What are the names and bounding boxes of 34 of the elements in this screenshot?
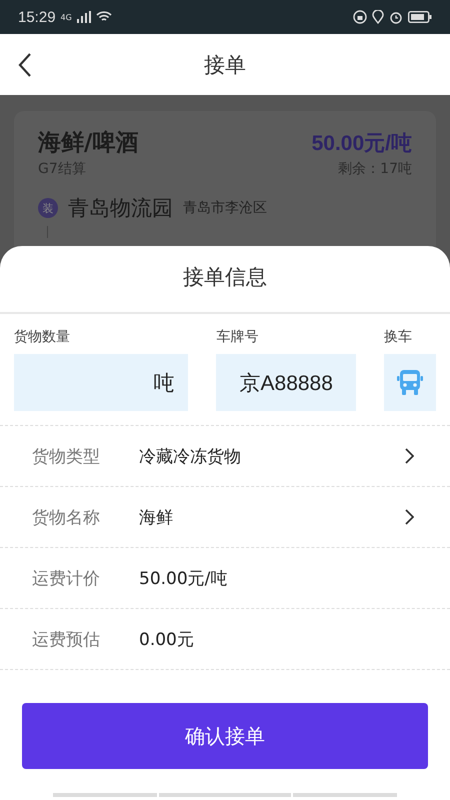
load-badge: 装 — [38, 198, 58, 218]
field-label: 换车 — [384, 328, 413, 346]
chevron-right-icon — [405, 509, 414, 525]
alarm-icon — [389, 10, 403, 24]
network-label: 4G — [60, 12, 72, 22]
bus-icon — [397, 368, 423, 396]
back-icon[interactable] — [18, 52, 32, 78]
confirm-button[interactable]: 确认接单 — [22, 703, 428, 769]
row-label: 运费计价 — [32, 568, 101, 590]
origin-district: 青岛市李沧区 — [183, 199, 267, 217]
origin-name: 青岛物流园 — [68, 195, 173, 222]
sheet-title: 接单信息 — [0, 246, 450, 314]
cargo-title: 海鲜/啤酒 — [38, 129, 138, 158]
quantity-field[interactable]: 吨 — [14, 354, 188, 411]
location-icon — [372, 10, 384, 24]
row-label: 货物名称 — [32, 506, 101, 528]
page-title: 接单 — [204, 52, 246, 78]
status-time: 15:29 — [18, 8, 56, 26]
row-value: 海鲜 — [139, 506, 174, 528]
battery-icon — [408, 11, 432, 23]
row-value: 50.00元/吨 — [139, 568, 228, 590]
signal-icon — [76, 11, 91, 23]
chevron-right-icon — [405, 448, 414, 464]
row-label: 货物类型 — [32, 446, 101, 468]
price-text: 50.00元/吨 — [312, 131, 412, 157]
row-label: 运费预估 — [32, 628, 101, 650]
plate-field[interactable]: 京A88888 — [216, 354, 356, 411]
field-label: 货物数量 — [14, 328, 71, 346]
row-value: 0.00元 — [139, 628, 195, 650]
select-row[interactable]: 货物类型 冷藏冷冻货物 — [0, 426, 450, 487]
row-value: 冷藏冷冻货物 — [139, 446, 242, 468]
select-row[interactable]: 货物名称 海鲜 — [0, 487, 450, 548]
field-label: 车牌号 — [216, 328, 260, 346]
wifi-icon — [96, 11, 112, 23]
